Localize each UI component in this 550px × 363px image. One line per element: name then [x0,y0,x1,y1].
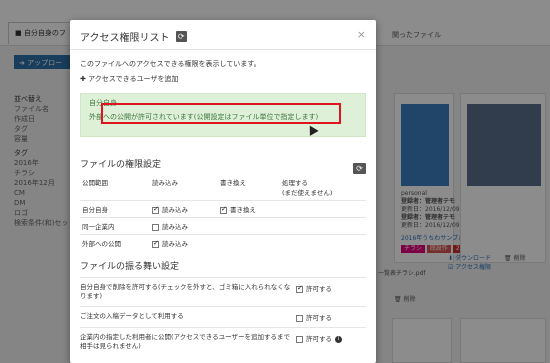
modal-description: このファイルへのアクセスできる権限を表示しています。 [80,60,261,68]
allow-label: 許可する [306,335,332,343]
read-checkbox[interactable] [152,223,159,231]
permission-scope: 外部への公開 [80,234,150,251]
behavior-list: 自分自身で削除を許可する(チェックを外すと、ゴミ箱に入れられなくなります) 許可す… [80,277,366,356]
behavior-row: 企業内の指定した利用者に公開(アクセスできるユーザーを追加するまで相手は見られま… [80,327,366,356]
behavior-label: 企業内の指定した利用者に公開(アクセスできるユーザーを追加するまで相手は見られま… [80,333,290,350]
behavior-section-title: ファイルの振る舞い設定 [80,262,180,272]
permission-row: 自分自身 読み込み 書き換え [80,200,366,218]
read-checkbox[interactable] [152,239,159,248]
read-cell: 読み込み [150,200,218,218]
col-read: 読み込み [152,179,178,187]
public-alert: 自分自身 外部への公開が許可されています(公開設定はファイル単位で指定します) [80,93,366,137]
add-user-link[interactable]: ✚ アクセスできるユーザを追加 [80,74,366,84]
permission-scope: 自分自身 [80,200,150,218]
process-cell [280,234,366,251]
allow-checkbox[interactable] [296,314,303,322]
permission-row: 外部への公開 読み込み [80,234,366,251]
reload-permissions-icon[interactable]: ⟳ [353,163,366,174]
permission-row: 同一企業内 読み込み [80,217,366,235]
behavior-option: 許可する [296,283,366,301]
add-user-label: アクセスできるユーザを追加 [88,75,179,83]
behavior-row: ご注文の入稿データとして利用する 許可する [80,306,366,327]
read-checkbox[interactable] [152,205,159,214]
permission-section-title: ファイルの権限設定 [80,160,162,170]
behavior-label: 自分自身で削除を許可する(チェックを外すと、ゴミ箱に入れられなくなります) [80,283,291,300]
allow-label: 許可する [306,314,332,322]
access-rights-modal: アクセス権限リスト ⟳ × このファイルへのアクセスできる権限を表示しています。… [70,20,376,363]
read-label: 読み込み [162,240,188,248]
write-cell: 書き換え [218,200,280,218]
behavior-label: ご注文の入稿データとして利用する [80,312,184,320]
read-cell: 読み込み [150,234,218,251]
close-icon[interactable]: × [357,28,366,41]
refresh-icon[interactable]: ⟳ [175,31,187,42]
modal-body: このファイルへのアクセスできる権限を表示しています。 ✚ アクセスできるユーザを… [70,50,376,362]
process-cell [280,217,366,235]
permission-table: 公開範囲 読み込み 書き換え 処理する (まだ使えません) 自分自身読み込み書き… [80,174,366,251]
write-cell [218,234,280,251]
plus-icon: ✚ [80,75,86,83]
modal-title: アクセス権限リスト [80,33,170,44]
modal-header: アクセス権限リスト ⟳ × [70,20,376,50]
read-cell: 読み込み [150,217,218,235]
col-process: 処理する (まだ使えません) [282,179,333,197]
allow-checkbox[interactable] [296,284,303,293]
behavior-option: 許可する i [296,333,366,351]
permission-scope: 同一企業内 [80,217,150,235]
info-icon[interactable]: i [335,335,342,343]
behavior-row: 自分自身で削除を許可する(チェックを外すと、ゴミ箱に入れられなくなります) 許可す… [80,277,366,306]
read-label: 読み込み [162,206,188,214]
behavior-option: 許可する [296,312,366,322]
mouse-cursor-icon [305,123,319,136]
col-scope: 公開範囲 [82,179,108,187]
allow-label: 許可する [306,285,332,293]
col-write: 書き換え [220,179,246,187]
write-checkbox[interactable] [220,205,227,214]
write-label: 書き換え [230,206,256,214]
allow-checkbox[interactable] [296,335,303,343]
highlight-box [101,103,341,124]
process-cell [280,200,366,218]
read-label: 読み込み [162,223,188,231]
write-cell [218,217,280,235]
